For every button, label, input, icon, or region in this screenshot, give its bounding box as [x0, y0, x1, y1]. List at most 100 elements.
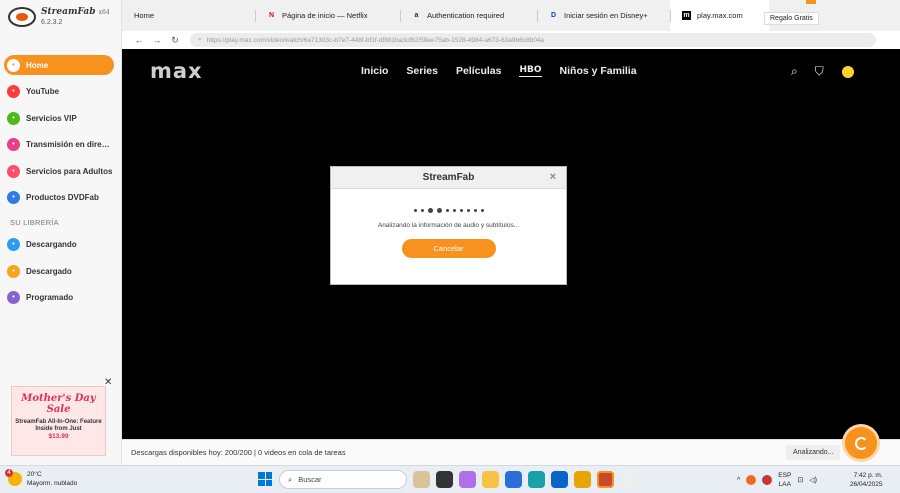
task-fab-button[interactable] — [845, 427, 877, 459]
browser-tab[interactable]: m play.max.com — [670, 0, 769, 31]
search-label: Buscar — [298, 475, 322, 484]
lang-code: ESP — [778, 472, 792, 479]
back-icon[interactable]: ← — [130, 35, 148, 45]
library-title: SU LIBRERÍA — [10, 217, 59, 227]
sidebar-item-label: Descargando — [26, 240, 77, 249]
analyzing-dialog: StreamFab × Analizando la información de… — [330, 166, 567, 285]
app-version: 6.2.3.2 — [41, 18, 63, 26]
weather-icon: 4 — [5, 469, 22, 486]
dialog-message: Analizando la información de audio y sub… — [377, 222, 520, 229]
search-icon: ⌕ — [198, 36, 202, 43]
loading-dots — [331, 208, 566, 213]
sidebar-item-transmisi-n-en-dire[interactable]: • Transmisión en dire… — [4, 135, 114, 155]
sidebar-item-label: Productos DVDFab — [26, 193, 99, 202]
tab-label: play.max.com — [697, 11, 743, 20]
status-text: Descargas disponibles hoy: 200/200 | 0 v… — [131, 448, 346, 457]
favicon-icon: m — [682, 11, 691, 20]
max-logo[interactable]: max — [150, 59, 203, 83]
max-nav-item[interactable]: Películas — [456, 65, 502, 77]
lang-layout: LAA — [778, 481, 791, 488]
app-name: StreamFab — [41, 6, 96, 17]
browser-tab[interactable]: a Authentication required — [400, 0, 537, 31]
tab-label: Página de inicio — Netflix — [282, 11, 368, 20]
max-nav-item[interactable]: Niños y Familia — [560, 65, 637, 77]
wifi-icon[interactable]: ⊡ — [797, 476, 803, 484]
sidebar-item-label: Home — [26, 60, 49, 70]
home-icon: • — [7, 58, 20, 72]
start-button[interactable] — [258, 472, 272, 486]
calendar-icon: • — [7, 291, 20, 304]
avatar[interactable] — [840, 64, 855, 79]
sidebar-item-label: Descargado — [26, 266, 72, 276]
edge-icon[interactable] — [528, 471, 545, 488]
sidebar-item-servicios-vip[interactable]: • Servicios VIP — [4, 108, 114, 128]
max-header-icons: ⌕ ⛉ — [791, 64, 855, 79]
streamfab-icon[interactable] — [597, 471, 614, 488]
analyzing-badge[interactable]: Analizando... — [786, 445, 841, 460]
adult-icon: • — [7, 164, 20, 178]
browser-tab[interactable]: D Iniciar sesión en Disney+ — [537, 0, 670, 31]
clock[interactable]: 7:42 p. m. 26/04/2025 — [850, 471, 883, 489]
forward-icon[interactable]: → — [148, 35, 166, 45]
weather-widget[interactable]: 4 20°C Mayorm. nublado — [5, 469, 77, 488]
url-field[interactable]: ⌕ https://play.max.com/video/watch/6a713… — [190, 33, 876, 47]
cancel-button[interactable]: Cancelar — [401, 239, 496, 258]
avast-icon[interactable] — [746, 475, 757, 485]
outlook-icon[interactable] — [551, 471, 568, 488]
taskview-icon[interactable] — [436, 471, 453, 488]
promo-close-icon[interactable]: ✕ — [104, 377, 112, 388]
language-indicator[interactable]: ESP LAA — [778, 471, 791, 489]
key-icon: • — [7, 111, 20, 125]
max-nav-item[interactable]: HBO — [519, 65, 542, 77]
sidebar-item-home[interactable]: • Home — [4, 55, 114, 75]
gift-button[interactable]: Regalo Gratis — [764, 12, 819, 25]
sidebar-item-youtube[interactable]: • YouTube — [4, 82, 114, 102]
sidebar-item-programado[interactable]: • Programado — [4, 288, 114, 308]
windows-taskbar: 4 20°C Mayorm. nublado ⌕ Buscar ^ ESP LA… — [0, 465, 900, 493]
app-tray-icon[interactable] — [762, 475, 773, 485]
sidebar-nav: • Home • YouTube • Servicios VIP • Transmisión … — [0, 55, 121, 208]
sidebar-item-label: YouTube — [26, 87, 60, 96]
address-bar: ← → ↻ ⌕ https://play.max.com/video/watch… — [122, 31, 900, 49]
clock-time: 7:42 p. m. — [853, 472, 883, 479]
chrome-icon[interactable] — [574, 471, 591, 488]
video-player[interactable]: max Inicio Series Películas HBO Niños y Fami… — [122, 49, 900, 439]
tab-label: Authentication required — [427, 11, 505, 20]
copilot-icon[interactable] — [459, 471, 476, 488]
clock-date: 26/04/2025 — [850, 481, 883, 488]
dvdfab-icon: • — [7, 191, 20, 204]
max-nav: Inicio Series Películas HBO Niños y Familia — [361, 65, 637, 77]
sidebar-item-productos-dvdfab[interactable]: • Productos DVDFab — [4, 188, 114, 208]
taskbar-search[interactable]: ⌕ Buscar — [279, 470, 407, 489]
browser-tab[interactable]: Home — [122, 0, 255, 31]
pokeball-icon[interactable] — [620, 471, 637, 488]
store-icon[interactable] — [505, 471, 522, 488]
dialog-header: StreamFab × — [331, 167, 566, 189]
explorer-icon[interactable] — [482, 471, 499, 488]
favicon-icon: N — [268, 12, 275, 19]
reload-icon[interactable]: ↻ — [166, 35, 184, 46]
volume-icon[interactable]: ◁) — [809, 476, 817, 484]
taskbar-apps — [413, 471, 637, 488]
system-tray: ^ ESP LAA ⊡ ◁) — [737, 471, 817, 489]
library-nav: • Descargando • Descargado • Programado — [0, 235, 121, 308]
promo-banner[interactable]: Mother's Day Sale StreamFab All-In-One: … — [11, 386, 106, 456]
url-text: https://play.max.com/video/watch/6a71303… — [206, 36, 545, 44]
promo-price: $13.99 — [48, 433, 69, 440]
bookmark-icon[interactable]: ⛉ — [815, 64, 824, 79]
sidebar-item-servicios-para-adultos[interactable]: • Servicios para Adultos — [4, 161, 114, 181]
news-icon[interactable] — [413, 471, 430, 488]
promo-text: StreamFab All-In-One: Feature Inside fro… — [15, 419, 102, 432]
search-icon[interactable]: ⌕ — [791, 64, 798, 79]
sidebar-item-label: Servicios VIP — [26, 113, 77, 123]
temperature: 20°C — [27, 471, 42, 478]
max-nav-item[interactable]: Inicio — [361, 65, 388, 77]
close-icon[interactable]: × — [550, 171, 556, 183]
favicon-icon: D — [550, 12, 557, 19]
chevron-up-icon[interactable]: ^ — [737, 477, 740, 484]
browser-tab[interactable]: N Página de inicio — Netflix — [255, 0, 400, 31]
sidebar-item-descargado[interactable]: • Descargado — [4, 261, 114, 281]
sidebar-item-descargando[interactable]: • Descargando — [4, 235, 114, 255]
max-nav-item[interactable]: Series — [406, 65, 438, 77]
spinner-icon — [854, 436, 868, 450]
